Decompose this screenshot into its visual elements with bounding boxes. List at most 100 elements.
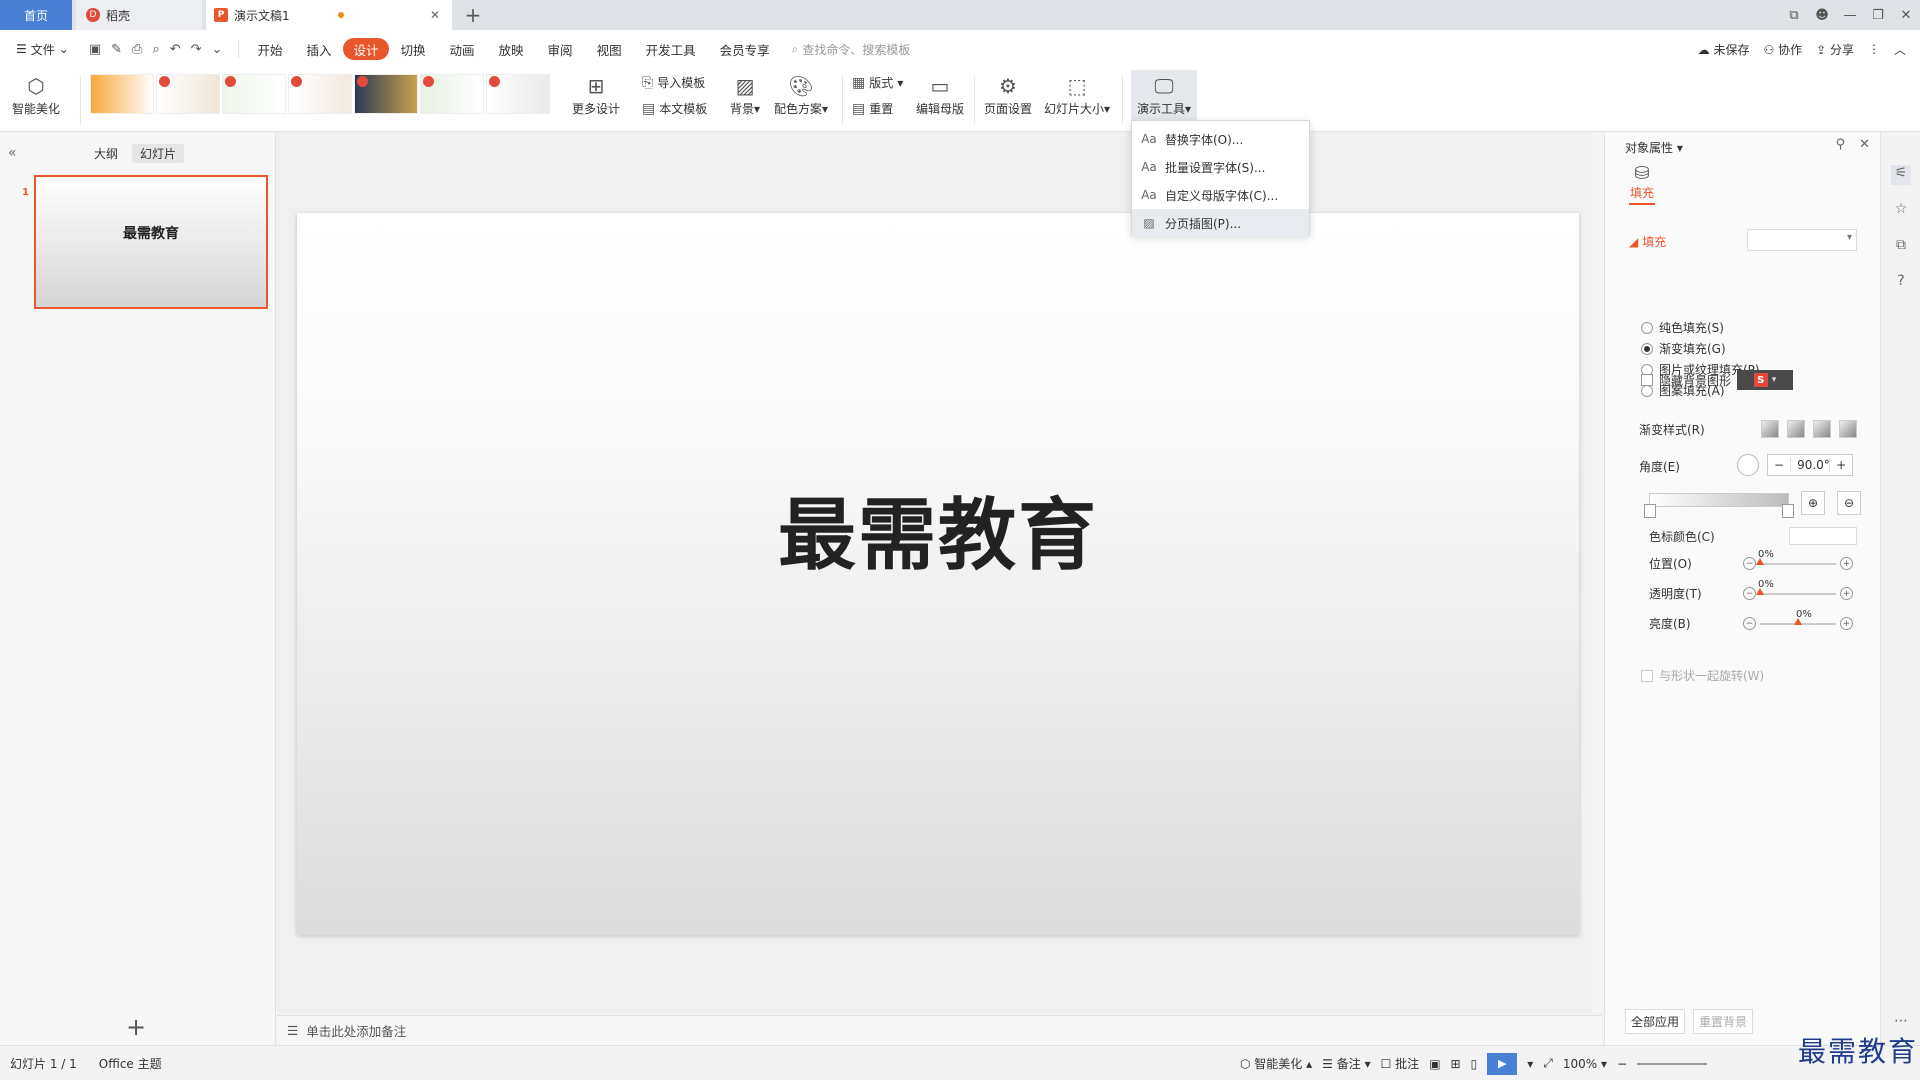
- fit-window-icon[interactable]: ⤢: [1543, 1056, 1553, 1071]
- restore-icon[interactable]: ❐: [1864, 8, 1892, 23]
- properties-icon[interactable]: ⚟: [1891, 165, 1911, 185]
- add-slide-icon[interactable]: +: [126, 1013, 146, 1041]
- zoom-out-icon[interactable]: −: [1617, 1057, 1627, 1071]
- zoom-slider[interactable]: [1637, 1062, 1708, 1065]
- avatar[interactable]: ☻: [1808, 8, 1836, 23]
- menu-item[interactable]: Aa 替换字体(O)...: [1132, 125, 1309, 153]
- sorter-view-icon[interactable]: ⊞: [1451, 1057, 1461, 1071]
- hide-bg-checkbox[interactable]: [1641, 374, 1653, 386]
- tab-daoke[interactable]: D 稻壳: [76, 0, 202, 30]
- ribbon-tab[interactable]: 切换: [389, 38, 438, 60]
- panel-title[interactable]: 对象属性 ▾: [1625, 139, 1683, 156]
- gradient-rect-icon[interactable]: [1787, 420, 1805, 438]
- template-thumb[interactable]: [486, 74, 550, 114]
- slide-thumbnail[interactable]: 最需教育: [34, 175, 268, 309]
- help-icon[interactable]: ?: [1891, 273, 1911, 293]
- reset-button[interactable]: ▤ 重置: [852, 100, 893, 117]
- more-design-button[interactable]: ⊞ 更多设计: [572, 72, 620, 117]
- decrement-button[interactable]: −: [1743, 617, 1756, 630]
- collapse-ribbon-icon[interactable]: ︿: [1894, 41, 1906, 58]
- increment-button[interactable]: +: [1840, 617, 1853, 630]
- gradient-path-icon[interactable]: [1839, 420, 1857, 438]
- notes-area[interactable]: ☰ 单击此处添加备注: [277, 1015, 1602, 1045]
- slider[interactable]: 0%: [1756, 579, 1836, 595]
- copy-icon[interactable]: ⧉: [1891, 237, 1911, 257]
- close-window-icon[interactable]: ✕: [1892, 8, 1920, 23]
- decrement-button[interactable]: −: [1768, 458, 1790, 472]
- tab-fill[interactable]: ⛁ 填充: [1629, 163, 1655, 205]
- layout-button[interactable]: ▦ 版式 ▾: [852, 74, 903, 91]
- pin-icon[interactable]: ⚲: [1836, 137, 1846, 152]
- tab-home[interactable]: 首页: [0, 0, 72, 30]
- close-tab-icon[interactable]: ✕: [430, 8, 440, 22]
- increment-button[interactable]: +: [1840, 587, 1853, 600]
- slide-size-button[interactable]: ⬚ 幻灯片大小▾: [1044, 72, 1110, 117]
- template-thumb[interactable]: [420, 74, 484, 114]
- template-thumb[interactable]: [354, 74, 418, 114]
- decrement-button[interactable]: −: [1743, 557, 1756, 570]
- format-painter-icon[interactable]: ✎: [111, 42, 122, 57]
- radio-button[interactable]: [1641, 321, 1653, 334]
- fill-preset-select[interactable]: [1747, 229, 1857, 251]
- slider-handle[interactable]: [1794, 617, 1802, 625]
- presentation-tools-button[interactable]: 🖵︎ 演示工具▾: [1131, 70, 1197, 122]
- slide[interactable]: 最需教育: [297, 213, 1579, 935]
- fill-option[interactable]: 纯色填充(S): [1641, 319, 1724, 336]
- minimize-icon[interactable]: —: [1836, 8, 1864, 23]
- increment-button[interactable]: +: [1840, 557, 1853, 570]
- apply-all-button[interactable]: 全部应用: [1625, 1009, 1686, 1034]
- redo-icon[interactable]: ↷: [191, 42, 202, 57]
- gradient-linear-icon[interactable]: [1761, 420, 1779, 438]
- edit-master-button[interactable]: ▭ 编辑母版: [916, 72, 964, 117]
- add-stop-icon[interactable]: ⊕: [1801, 491, 1825, 515]
- close-panel-icon[interactable]: ✕: [1859, 137, 1870, 152]
- reset-background-button[interactable]: 重置背景: [1693, 1009, 1754, 1034]
- new-tab-button[interactable]: +: [460, 0, 486, 30]
- ribbon-tab[interactable]: 设计: [343, 38, 389, 60]
- print-icon[interactable]: ⎙: [132, 42, 142, 57]
- ribbon-tab[interactable]: 审阅: [536, 38, 585, 60]
- fill-option[interactable]: 渐变填充(G): [1641, 340, 1726, 357]
- print-preview-icon[interactable]: ⌕: [152, 42, 159, 57]
- hide-bg-preview[interactable]: S ▾: [1737, 370, 1794, 390]
- menu-item[interactable]: ▨ 分页插图(P)...: [1132, 209, 1309, 237]
- angle-input[interactable]: 90.0°: [1790, 458, 1831, 472]
- gradient-bar[interactable]: [1644, 493, 1794, 518]
- angle-dial[interactable]: [1737, 454, 1759, 476]
- play-button[interactable]: ▶: [1487, 1052, 1518, 1075]
- normal-view-icon[interactable]: ▣: [1429, 1057, 1440, 1071]
- zoom-level[interactable]: 100% ▾: [1563, 1057, 1607, 1071]
- tab-document[interactable]: P 演示文稿1 ✕: [206, 0, 452, 30]
- background-button[interactable]: ▨ 背景▾: [730, 72, 760, 117]
- vertical-scrollbar[interactable]: [1592, 133, 1602, 1013]
- notes-status-button[interactable]: ☰ 备注 ▾: [1322, 1055, 1370, 1072]
- color-scheme-button[interactable]: 🎨︎ 配色方案▾: [774, 72, 828, 117]
- collapse-panel-icon[interactable]: «: [8, 145, 17, 161]
- ribbon-tab[interactable]: 放映: [487, 38, 536, 60]
- slider[interactable]: 0%: [1756, 549, 1836, 565]
- template-thumb[interactable]: [222, 74, 286, 114]
- gradient-radial-icon[interactable]: [1813, 420, 1831, 438]
- more-icon[interactable]: ⋮: [1868, 42, 1880, 56]
- ribbon-tab[interactable]: 插入: [294, 38, 343, 60]
- stop-color-select[interactable]: [1789, 527, 1857, 545]
- rotate-with-shape-checkbox[interactable]: [1641, 669, 1653, 682]
- search-box[interactable]: ⌕ 查找命令、搜索模板: [792, 41, 911, 58]
- slider[interactable]: 0%: [1760, 609, 1836, 625]
- layout-icon[interactable]: ⧉: [1780, 8, 1808, 23]
- template-thumb[interactable]: [90, 74, 154, 114]
- fill-section-header[interactable]: ◢ 填充: [1629, 233, 1666, 250]
- file-menu[interactable]: ☰ 文件 ⌄: [0, 41, 79, 58]
- play-options-icon[interactable]: ▾: [1527, 1057, 1533, 1071]
- slider-handle[interactable]: [1756, 557, 1764, 565]
- template-thumb[interactable]: [156, 74, 220, 114]
- customize-icon[interactable]: ⌄: [212, 42, 223, 57]
- tab-outline[interactable]: 大纲: [86, 144, 126, 163]
- ribbon-tab[interactable]: 开始: [245, 38, 294, 60]
- theme-name[interactable]: Office 主题: [99, 1055, 162, 1072]
- tab-slides[interactable]: 幻灯片: [132, 143, 185, 163]
- menu-item[interactable]: Aa 批量设置字体(S)...: [1132, 153, 1309, 181]
- menu-item[interactable]: Aa 自定义母版字体(C)...: [1132, 181, 1309, 209]
- ribbon-tab[interactable]: 视图: [585, 38, 634, 60]
- slider-handle[interactable]: [1756, 587, 1764, 595]
